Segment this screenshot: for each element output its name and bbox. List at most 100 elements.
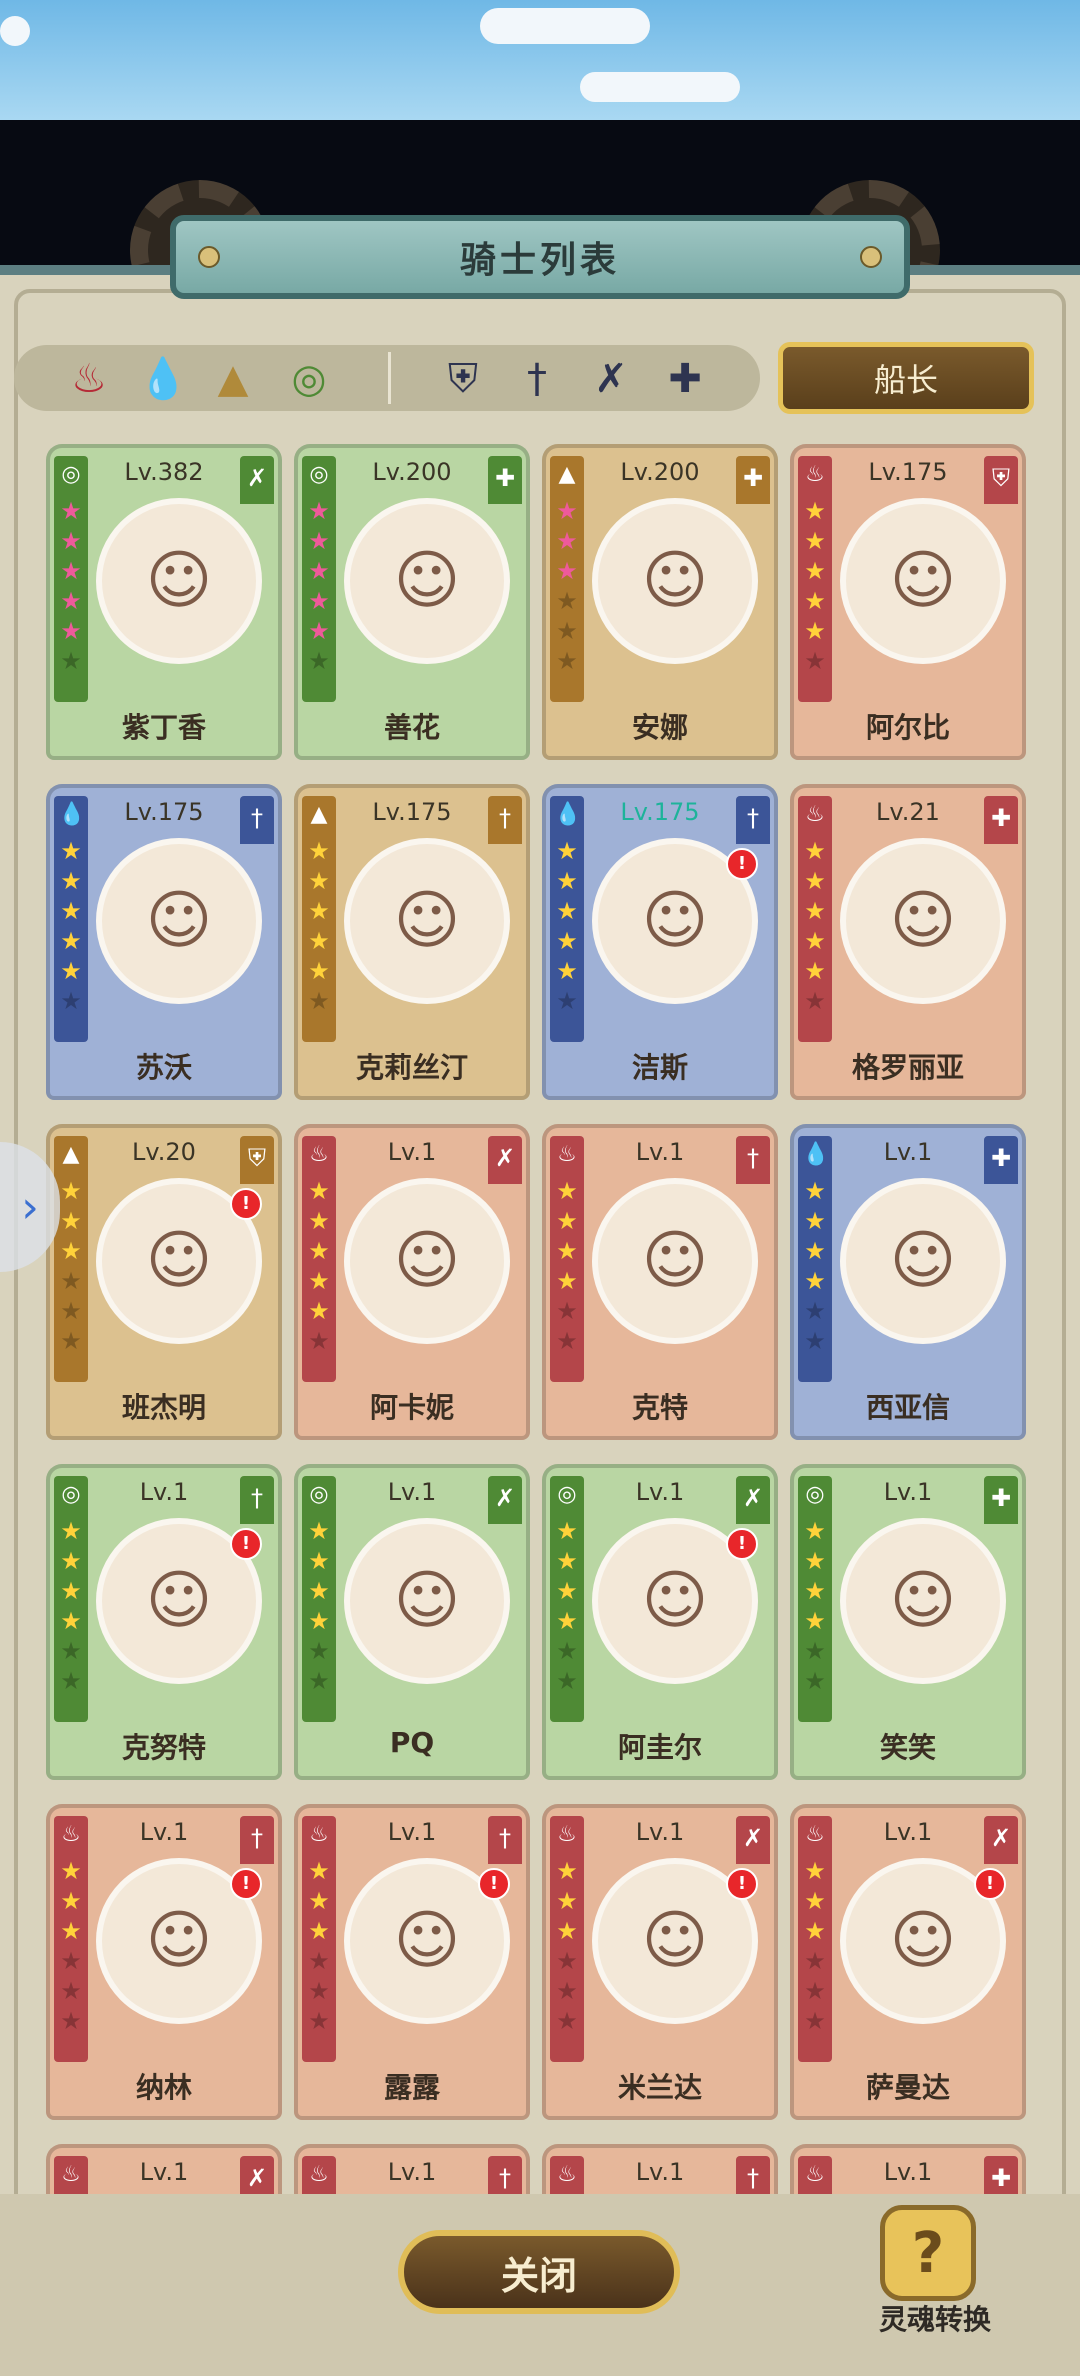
star-rating: ★ ★ ★ ★ ★ ★ [554, 496, 580, 676]
knight-card[interactable]: Lv.1 💧 ★ ★ ★ ★ ★ ★ ✚ ☺ 西亚信 [790, 1124, 1026, 1440]
knight-card[interactable]: Lv.382 ◎ ★ ★ ★ ★ ★ ★ ✗ ☺ 紫丁香 [46, 444, 282, 760]
water-icon[interactable]: 💧 [136, 352, 190, 406]
star-icon: ★ [308, 557, 330, 585]
knight-card[interactable]: Lv.1 ◎ ★ ★ ★ ★ ★ ★ † ☺! 克努特 [46, 1464, 282, 1780]
knight-card[interactable]: Lv.1 ♨ ★ ★ ★ ★ ★ ★ ✗ ☺! 米兰达 [542, 1804, 778, 2120]
star-icon: ★ [308, 1887, 330, 1915]
star-icon: ★ [804, 867, 826, 895]
star-icon: ★ [60, 1267, 82, 1295]
knight-name: 格罗丽亚 [851, 1051, 964, 1084]
star-icon: ★ [804, 837, 826, 865]
knight-portrait: ☺ [344, 838, 510, 1004]
sword-icon[interactable]: † [510, 352, 564, 406]
knight-portrait: ☺ [344, 498, 510, 664]
knight-name: 阿卡妮 [369, 1391, 454, 1424]
alert-badge-icon: ! [230, 1868, 262, 1900]
knight-card[interactable]: Lv.1 ◎ ★ ★ ★ ★ ★ ★ ✗ ☺ PQ [294, 1464, 530, 1780]
knight-name: PQ [389, 1726, 435, 1759]
knight-card[interactable]: Lv.200 ◎ ★ ★ ★ ★ ★ ★ ✚ ☺ 善花 [294, 444, 530, 760]
star-ribbon: ♨★★★★★★ [798, 2156, 832, 2194]
star-icon: ★ [804, 1517, 826, 1545]
star-icon: ★ [804, 2007, 826, 2035]
knight-card[interactable]: Lv.175 💧 ★ ★ ★ ★ ★ ★ † ☺ 苏沃 [46, 784, 282, 1100]
knight-card[interactable]: Lv.200 ▲ ★ ★ ★ ★ ★ ★ ✚ ☺ 安娜 [542, 444, 778, 760]
star-rating: ★ ★ ★ ★ ★ ★ [58, 1176, 84, 1356]
star-icon: ★ [804, 927, 826, 955]
star-icon: ★ [60, 1207, 82, 1235]
star-icon: ★ [804, 1607, 826, 1635]
class-icon: † [736, 2156, 770, 2194]
knight-grid[interactable]: Lv.382 ◎ ★ ★ ★ ★ ★ ★ ✗ ☺ 紫丁香 Lv.200 ◎ ★ ★ ★ ★ ★ ★ ✚ ☺ 善花 Lv.20… [46, 444, 1032, 2194]
alert-badge-icon: ! [726, 1868, 758, 1900]
element-icon: ♨ [805, 2162, 825, 2187]
star-icon: ★ [60, 897, 82, 925]
knight-card[interactable]: Lv.1 ♨ ★ ★ ★ ★ ★ ★ † ☺! 纳林 [46, 1804, 282, 2120]
knight-card[interactable]: Lv.1 ◎ ★ ★ ★ ★ ★ ★ ✗ ☺! 阿圭尔 [542, 1464, 778, 1780]
star-icon: ★ [308, 957, 330, 985]
knight-card[interactable]: Lv.1♨★★★★★★✚☺ [790, 2144, 1026, 2194]
element-icon: ♨ [557, 1142, 577, 1167]
knight-portrait: ☺ [96, 498, 262, 664]
support-icon[interactable]: ✚ [658, 352, 712, 406]
knight-card[interactable]: Lv.1♨★★★★★★†☺ [294, 2144, 530, 2194]
bow-icon[interactable]: ✗ [584, 352, 638, 406]
star-icon: ★ [60, 1327, 82, 1355]
star-icon: ★ [804, 1297, 826, 1325]
star-icon: ★ [308, 1947, 330, 1975]
close-button[interactable]: 关闭 [398, 2230, 680, 2314]
knight-card[interactable]: Lv.1 ♨ ★ ★ ★ ★ ★ ★ ✗ ☺ 阿卡妮 [294, 1124, 530, 1440]
knight-name: 阿尔比 [865, 711, 950, 744]
star-icon: ★ [556, 1207, 578, 1235]
knight-card[interactable]: Lv.175 ♨ ★ ★ ★ ★ ★ ★ ⛨ ☺ 阿尔比 [790, 444, 1026, 760]
knight-card[interactable]: Lv.1 ♨ ★ ★ ★ ★ ★ ★ ✗ ☺! 萨曼达 [790, 1804, 1026, 2120]
element-icon: ♨ [805, 802, 825, 827]
soul-convert-label[interactable]: 灵魂转换 [860, 2298, 1010, 2338]
alert-badge-icon: ! [726, 848, 758, 880]
star-icon: ★ [308, 1637, 330, 1665]
knight-card[interactable]: Lv.1 ♨ ★ ★ ★ ★ ★ ★ † ☺! 露露 [294, 1804, 530, 2120]
star-icon: ★ [308, 1857, 330, 1885]
cloud [480, 8, 650, 44]
star-ribbon: ▲ ★ ★ ★ ★ ★ ★ [550, 456, 584, 702]
class-icon: ✗ [488, 1136, 522, 1184]
star-icon: ★ [556, 1607, 578, 1635]
knight-card[interactable]: Lv.1♨★★★★★★†☺ [542, 2144, 778, 2194]
earth-icon[interactable]: ▲ [206, 352, 260, 406]
star-ribbon: ◎ ★ ★ ★ ★ ★ ★ [54, 456, 88, 702]
star-ribbon: ♨★★★★★★ [798, 456, 832, 702]
star-ribbon: 💧 ★ ★ ★ ★ ★ ★ [550, 796, 584, 1042]
star-icon: ★ [308, 1517, 330, 1545]
knight-card[interactable]: Lv.1♨★★★★★★✗☺ [46, 2144, 282, 2194]
alert-badge-icon: ! [230, 1528, 262, 1560]
class-icon: ⛨ [984, 456, 1018, 504]
knight-card[interactable]: Lv.1 ◎ ★ ★ ★ ★ ★ ★ ✚ ☺ 笑笑 [790, 1464, 1026, 1780]
soul-convert-icon[interactable]: ? [880, 2205, 976, 2301]
knight-name: 克莉丝汀 [355, 1051, 468, 1084]
star-icon: ★ [60, 1887, 82, 1915]
star-rating: ★ ★ ★ ★ ★ ★ [554, 1176, 580, 1356]
star-icon: ★ [556, 527, 578, 555]
element-icon: ♨ [309, 1142, 329, 1167]
element-icon: ◎ [557, 1482, 577, 1507]
star-icon: ★ [804, 557, 826, 585]
knight-card[interactable]: Lv.20 ▲ ★ ★ ★ ★ ★ ★ ⛨ ☺! 班杰明 [46, 1124, 282, 1440]
element-icon: ♨ [61, 1822, 81, 1847]
star-icon: ★ [556, 1857, 578, 1885]
star-icon: ★ [556, 497, 578, 525]
knight-card[interactable]: Lv.21 ♨ ★ ★ ★ ★ ★ ★ ✚ ☺ 格罗丽亚 [790, 784, 1026, 1100]
class-icon: ✚ [984, 796, 1018, 844]
wind-icon[interactable]: ◎ [282, 352, 336, 406]
shield-icon[interactable]: ⛨ [436, 352, 490, 406]
knight-name: 米兰达 [617, 2071, 702, 2104]
class-icon: ✗ [240, 2156, 274, 2194]
fire-icon[interactable]: ♨ [62, 352, 116, 406]
knight-card[interactable]: Lv.175 💧 ★ ★ ★ ★ ★ ★ † ☺! 洁斯 [542, 784, 778, 1100]
chevron-right-icon: › [21, 1181, 39, 1233]
knight-card[interactable]: Lv.1 ♨ ★ ★ ★ ★ ★ ★ † ☺ 克特 [542, 1124, 778, 1440]
knight-portrait: ☺ [592, 1178, 758, 1344]
captain-button[interactable]: 船长 [778, 342, 1034, 414]
knight-portrait: ☺ [344, 1518, 510, 1684]
knight-card[interactable]: Lv.175 ▲ ★ ★ ★ ★ ★ ★ † ☺ 克莉丝汀 [294, 784, 530, 1100]
star-icon: ★ [556, 2007, 578, 2035]
star-icon: ★ [804, 1667, 826, 1695]
